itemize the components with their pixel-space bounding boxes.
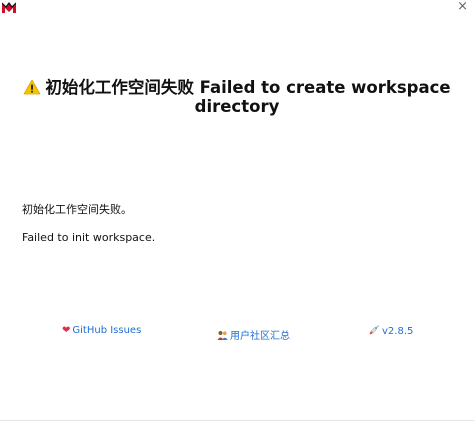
github-issues-label: GitHub Issues xyxy=(72,325,142,336)
error-title-line2: directory xyxy=(194,97,280,116)
title-bar: × xyxy=(0,0,474,18)
rocket-icon xyxy=(369,325,380,335)
warning-icon xyxy=(23,79,41,95)
version-label: v2.8.5 xyxy=(382,326,414,337)
close-window-button[interactable]: × xyxy=(457,0,468,14)
error-title: 初始化工作空间失败 Failed to create workspace dir… xyxy=(20,78,454,116)
app-logo-icon xyxy=(2,2,16,13)
people-icon xyxy=(217,331,228,340)
error-message-zh: 初始化工作空间失败。 xyxy=(22,203,132,216)
error-title-line1: 初始化工作空间失败 Failed to create workspace xyxy=(45,78,451,97)
github-issues-link[interactable]: ❤ GitHub Issues xyxy=(62,325,141,336)
version-link[interactable]: v2.8.5 xyxy=(369,325,413,337)
heart-icon: ❤ xyxy=(62,325,71,336)
app-window: × 初始化工作空间失败 Failed to create workspace d… xyxy=(0,0,474,421)
user-community-label: 用户社区汇总 xyxy=(230,331,290,342)
error-message-en: Failed to init workspace. xyxy=(22,231,156,244)
user-community-link[interactable]: 用户社区汇总 xyxy=(217,327,290,342)
